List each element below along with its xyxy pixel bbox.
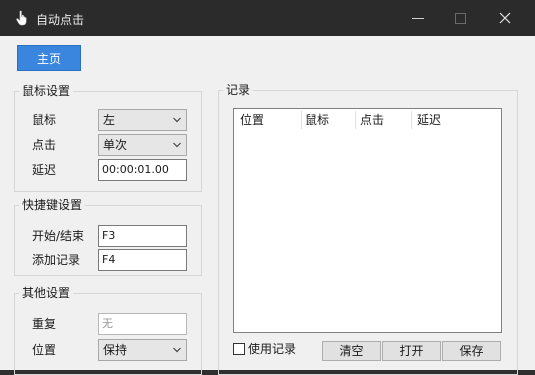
title-bar[interactable]: 自动点击 — [0, 0, 535, 36]
records-list[interactable]: 位置 鼠标 点击 延迟 — [233, 108, 502, 333]
records-title: 记录 — [223, 82, 254, 98]
save-button[interactable]: 保存 — [442, 341, 501, 361]
click-type-label: 点击 — [32, 138, 57, 152]
chevron-down-icon — [173, 117, 181, 123]
app-window: 自动点击 主页 鼠标设置 鼠标 左 点击 单次 延迟 00:00:01.00 快… — [0, 0, 535, 375]
home-button[interactable]: 主页 — [17, 45, 81, 71]
position-select[interactable]: 保持 — [98, 339, 187, 361]
column-divider[interactable] — [411, 111, 412, 129]
close-icon — [499, 12, 511, 24]
mouse-button-label: 鼠标 — [32, 113, 57, 127]
use-records-label[interactable]: 使用记录 — [248, 341, 296, 357]
repeat-input: 无 — [98, 313, 187, 335]
delay-value: 00:00:01.00 — [102, 163, 169, 176]
click-type-select[interactable]: 单次 — [98, 134, 187, 156]
position-value: 保持 — [103, 343, 128, 357]
chevron-down-icon — [173, 347, 181, 353]
column-header-position[interactable]: 位置 — [240, 112, 264, 128]
maximize-button[interactable] — [440, 0, 480, 36]
start-stop-hotkey-value: F3 — [102, 229, 116, 242]
column-divider[interactable] — [355, 111, 356, 129]
position-label: 位置 — [32, 343, 57, 357]
use-records-checkbox[interactable] — [233, 343, 245, 355]
window-title: 自动点击 — [36, 13, 85, 27]
column-header-mouse[interactable]: 鼠标 — [305, 112, 329, 128]
records-list-header: 位置 鼠标 点击 延迟 — [234, 109, 501, 131]
other-settings-title: 其他设置 — [19, 285, 74, 301]
close-button[interactable] — [485, 0, 525, 36]
repeat-label: 重复 — [32, 317, 57, 331]
hotkey-settings-title: 快捷键设置 — [19, 197, 86, 213]
start-stop-hotkey-label: 开始/结束 — [32, 229, 85, 243]
hand-pointer-icon — [16, 10, 27, 26]
mouse-settings-title: 鼠标设置 — [19, 83, 74, 99]
start-stop-hotkey-input[interactable]: F3 — [98, 225, 187, 247]
click-type-value: 单次 — [103, 138, 128, 152]
minimize-button[interactable] — [398, 0, 438, 36]
add-record-hotkey-label: 添加记录 — [32, 253, 81, 267]
maximize-icon — [455, 13, 466, 24]
column-header-click[interactable]: 点击 — [360, 112, 384, 128]
column-header-delay[interactable]: 延迟 — [417, 112, 441, 128]
chevron-down-icon — [173, 142, 181, 148]
delay-input[interactable]: 00:00:01.00 — [98, 159, 187, 181]
repeat-value: 无 — [102, 317, 113, 330]
column-divider[interactable] — [301, 111, 302, 129]
mouse-button-select[interactable]: 左 — [98, 109, 187, 131]
mouse-button-value: 左 — [103, 113, 116, 127]
minimize-icon — [412, 18, 424, 19]
add-record-hotkey-input[interactable]: F4 — [98, 249, 187, 271]
delay-label: 延迟 — [32, 163, 57, 177]
add-record-hotkey-value: F4 — [102, 253, 116, 266]
open-button[interactable]: 打开 — [382, 341, 441, 361]
clear-button[interactable]: 清空 — [322, 341, 381, 361]
